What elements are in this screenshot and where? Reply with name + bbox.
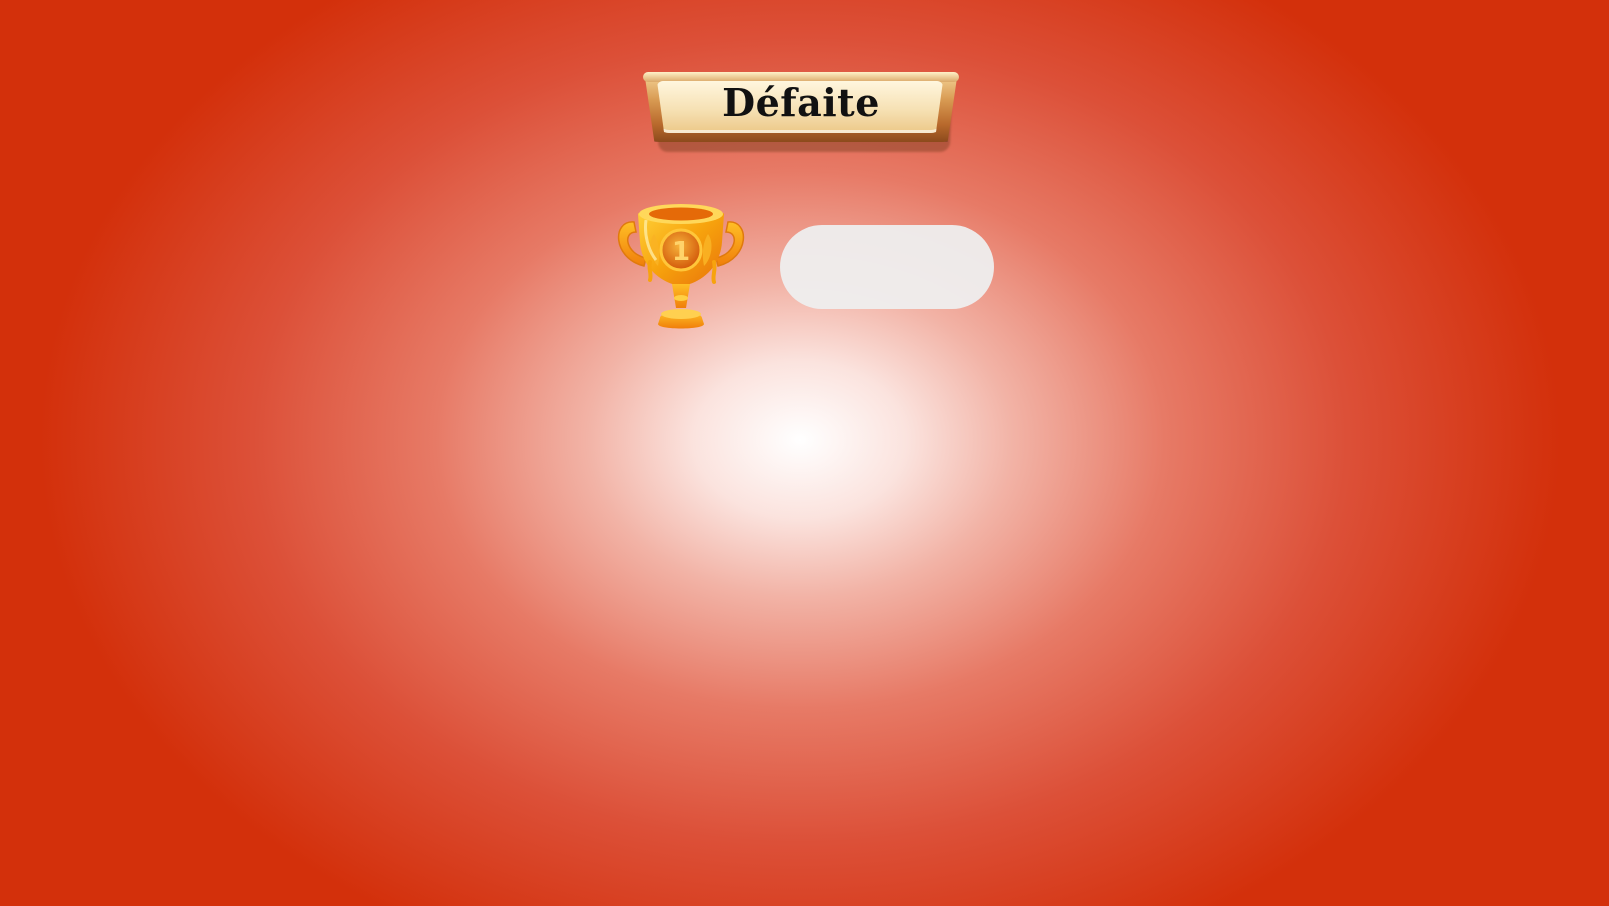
result-title: Défaite — [722, 80, 880, 125]
trophy-rank: 1 — [672, 237, 690, 267]
score-display — [780, 225, 994, 309]
result-title-banner: Défaite — [643, 72, 960, 152]
trophy-icon: 1 — [610, 200, 752, 334]
